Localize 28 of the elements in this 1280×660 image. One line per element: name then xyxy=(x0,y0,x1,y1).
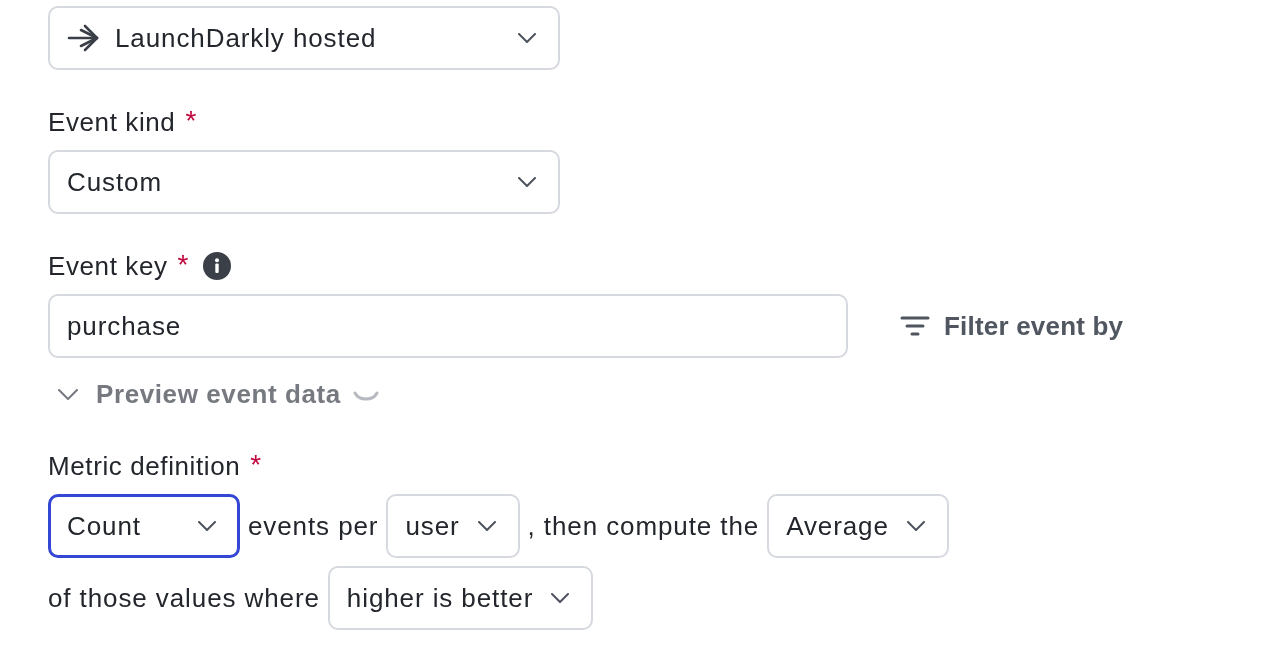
chevron-down-icon xyxy=(551,593,570,603)
field-label: Event key xyxy=(48,250,168,282)
event-key-input[interactable]: purchase xyxy=(48,294,848,358)
chevron-down-icon xyxy=(58,388,78,400)
chevron-down-icon xyxy=(906,521,925,531)
filter-icon xyxy=(900,316,930,336)
required-asterisk: * xyxy=(177,250,190,280)
source-select[interactable]: LaunchDarkly hosted xyxy=(48,6,560,70)
metric-select[interactable]: Count xyxy=(48,494,240,558)
filter-event-button[interactable]: Filter event by xyxy=(900,310,1124,342)
chevron-down-icon xyxy=(477,521,496,531)
sentence-text: , then compute the xyxy=(527,510,760,542)
info-icon[interactable] xyxy=(203,252,232,280)
sentence-text: of those values where xyxy=(48,582,320,614)
required-asterisk: * xyxy=(250,450,263,480)
chevron-down-icon xyxy=(198,521,216,531)
metric-select[interactable]: higher is better xyxy=(327,566,594,630)
chevron-down-icon xyxy=(518,177,536,187)
field-label: Metric definition xyxy=(48,450,241,482)
metric-select[interactable]: Average xyxy=(767,494,949,558)
event-kind-select[interactable]: Custom xyxy=(48,150,560,214)
field-label: Event kind xyxy=(48,106,176,138)
arrow-icon xyxy=(67,24,99,52)
preview-toggle[interactable]: Preview event data xyxy=(48,378,341,410)
chevron-down-icon xyxy=(518,33,536,43)
required-asterisk: * xyxy=(185,106,198,136)
sentence-text: events per xyxy=(248,510,379,542)
metric-select[interactable]: user xyxy=(386,494,520,558)
